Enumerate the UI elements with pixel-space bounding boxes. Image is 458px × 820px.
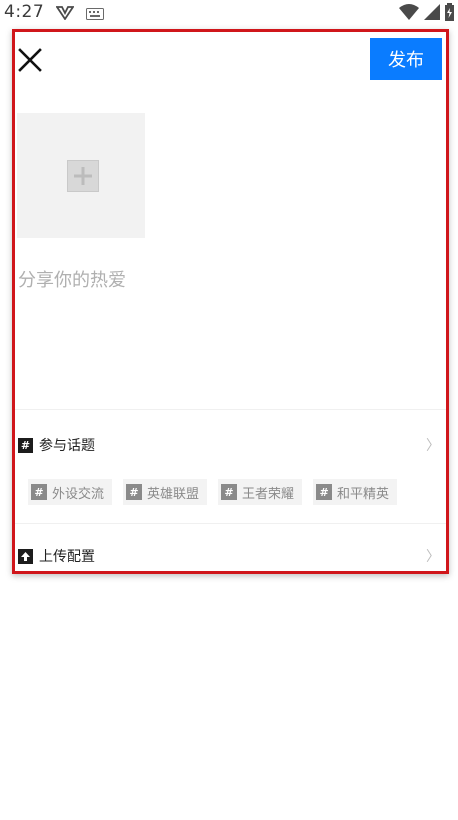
- publish-button[interactable]: 发布: [370, 38, 442, 80]
- topic-tag[interactable]: # 英雄联盟: [123, 479, 208, 505]
- post-dialog: 发布 分享你的热爱 # 参与话题 〉 # 外设交流 # 英雄联盟 # 王者荣耀 …: [12, 29, 449, 574]
- upload-icon: [18, 548, 33, 564]
- divider: [15, 523, 446, 524]
- hashtag-icon: #: [18, 437, 33, 453]
- close-icon: [18, 48, 42, 72]
- status-time: 4:27: [4, 2, 45, 22]
- notification-app-icon: [55, 5, 75, 24]
- plus-icon: [67, 160, 99, 192]
- topic-tags: # 外设交流 # 英雄联盟 # 王者荣耀 # 和平精英: [28, 479, 398, 505]
- topics-label: 参与话题: [39, 438, 95, 454]
- hashtag-icon: #: [126, 484, 143, 500]
- status-bar: 4:27: [0, 0, 458, 26]
- topic-tag[interactable]: # 王者荣耀: [218, 479, 303, 505]
- topics-row[interactable]: # 参与话题 〉: [18, 432, 440, 458]
- topic-tag[interactable]: # 外设交流: [28, 479, 113, 505]
- upload-config-label: 上传配置: [39, 549, 95, 565]
- topic-tag[interactable]: # 和平精英: [313, 479, 398, 505]
- hashtag-icon: #: [316, 484, 333, 500]
- chevron-right-icon: 〉: [426, 438, 440, 454]
- post-text-input[interactable]: 分享你的热爱: [18, 266, 126, 292]
- close-button[interactable]: [17, 47, 43, 73]
- keyboard-icon: [86, 5, 104, 24]
- hashtag-icon: #: [31, 484, 47, 500]
- wifi-icon: [399, 3, 419, 25]
- chevron-right-icon: 〉: [426, 549, 440, 565]
- hashtag-icon: #: [221, 484, 238, 500]
- battery-icon: [445, 3, 454, 25]
- add-image-button[interactable]: [17, 113, 145, 238]
- upload-config-row[interactable]: 上传配置 〉: [18, 543, 440, 569]
- signal-icon: [423, 3, 441, 25]
- divider: [15, 409, 446, 410]
